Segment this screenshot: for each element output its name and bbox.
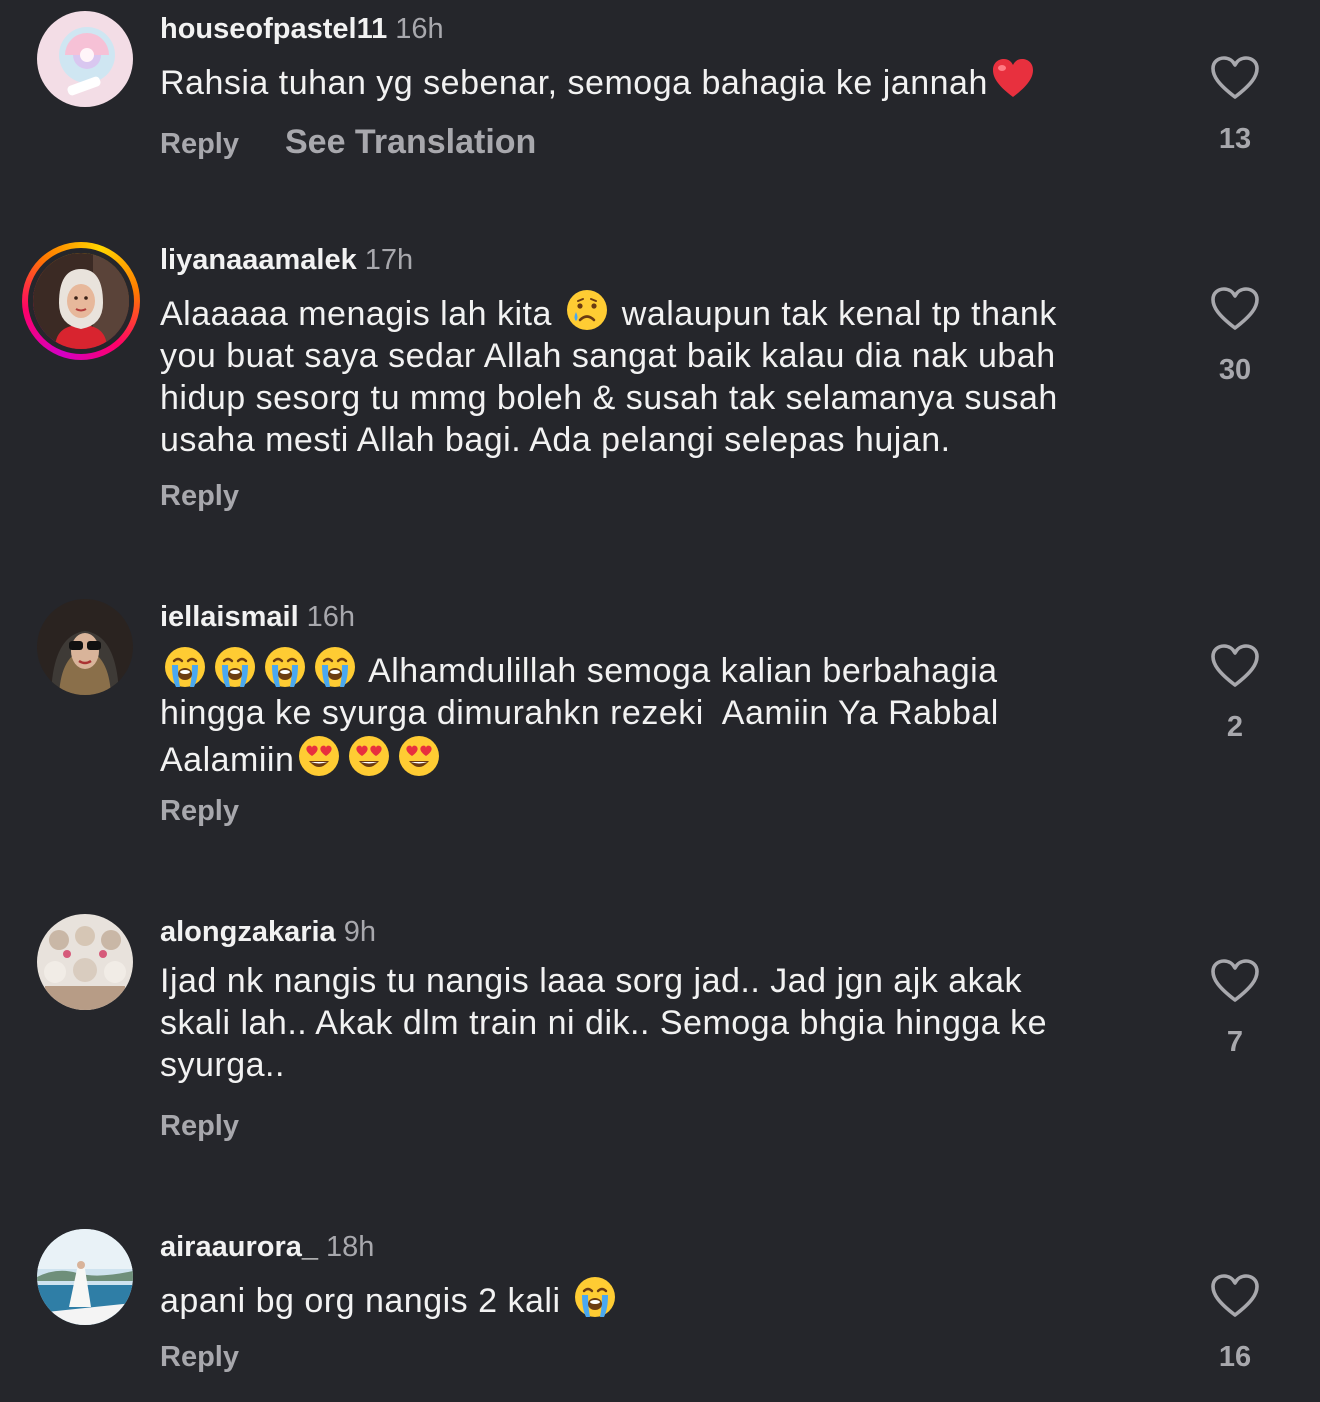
woman-sunglasses-avatar[interactable] xyxy=(37,599,133,695)
comment-meta: houseofpastel11 16h xyxy=(160,11,444,47)
timestamp: 9h xyxy=(343,916,376,948)
comment-meta: liyanaaamalek 17h xyxy=(160,242,413,278)
loudly-crying-face-emoji xyxy=(263,645,307,689)
loudly-crying-face-emoji xyxy=(213,645,257,689)
reply-button[interactable]: Reply xyxy=(160,1110,239,1142)
see-translation-button[interactable]: See Translation xyxy=(285,123,536,161)
red-heart-emoji xyxy=(991,57,1035,101)
group-photo-avatar[interactable] xyxy=(37,914,133,1010)
comment-text-part: apani bg org nangis 2 kali xyxy=(160,1282,571,1320)
comment-actions: Reply xyxy=(160,478,239,514)
loudly-crying-face-emoji xyxy=(573,1275,617,1319)
like-button[interactable]: 2 xyxy=(1190,643,1280,745)
heart-outline-icon[interactable] xyxy=(1190,286,1280,332)
comment-actions: Reply xyxy=(160,793,239,829)
heart-outline-icon[interactable] xyxy=(1190,643,1280,689)
comment-text: apani bg org nangis 2 kali xyxy=(160,1275,1160,1322)
timestamp: 17h xyxy=(364,244,414,276)
like-button[interactable]: 13 xyxy=(1190,55,1280,157)
like-count: 7 xyxy=(1226,1026,1244,1058)
lollipop-avatar[interactable] xyxy=(37,11,133,107)
heart-eyes-emoji xyxy=(397,734,441,778)
comment-meta: alongzakaria 9h xyxy=(160,914,376,950)
reply-button[interactable]: Reply xyxy=(160,128,239,160)
crying-face-emoji xyxy=(565,288,609,332)
reply-button[interactable]: Reply xyxy=(160,1341,239,1373)
like-count: 16 xyxy=(1218,1341,1252,1373)
like-count: 2 xyxy=(1226,711,1244,743)
comment-text-part: Ijad nk nangis tu nangis laaa sorg jad..… xyxy=(160,962,1048,1084)
timestamp: 18h xyxy=(326,1231,375,1263)
username[interactable]: airaaurora_ xyxy=(160,1231,318,1263)
comment-text-part: Rahsia tuhan yg sebenar, semoga bahagia … xyxy=(160,64,988,102)
username[interactable]: liyanaaamalek xyxy=(160,244,357,276)
heart-outline-icon[interactable] xyxy=(1190,1273,1280,1319)
comment-meta: iellaismail 16h xyxy=(160,599,355,635)
comment-actions: Reply xyxy=(160,1339,239,1375)
loudly-crying-face-emoji xyxy=(163,645,207,689)
reply-button[interactable]: Reply xyxy=(160,480,239,512)
heart-eyes-emoji xyxy=(297,734,341,778)
comment-text: Alaaaaa menagis lah kita walaupun tak ke… xyxy=(160,288,1160,461)
heart-outline-icon[interactable] xyxy=(1190,958,1280,1004)
heart-eyes-emoji xyxy=(347,734,391,778)
comment-actions: Reply See Translation xyxy=(160,124,536,162)
username[interactable]: alongzakaria xyxy=(160,916,336,948)
like-button[interactable]: 7 xyxy=(1190,958,1280,1060)
sea-view-avatar[interactable] xyxy=(37,1229,133,1325)
timestamp: 16h xyxy=(306,601,356,633)
username[interactable]: iellaismail xyxy=(160,601,299,633)
like-count: 13 xyxy=(1218,123,1252,155)
comment-text: Alhamdulillah semoga kalian berbahagia h… xyxy=(160,645,1160,781)
comment-text: Rahsia tuhan yg sebenar, semoga bahagia … xyxy=(160,57,1160,104)
comment-meta: airaaurora_ 18h xyxy=(160,1229,374,1265)
comment-text: Ijad nk nangis tu nangis laaa sorg jad..… xyxy=(160,960,1160,1086)
reply-button[interactable]: Reply xyxy=(160,795,239,827)
timestamp: 16h xyxy=(395,13,444,45)
like-button[interactable]: 16 xyxy=(1190,1273,1280,1375)
username[interactable]: houseofpastel11 xyxy=(160,13,387,45)
comments-list: houseofpastel11 16h Rahsia tuhan yg seben… xyxy=(0,0,1320,1402)
comment-actions: Reply xyxy=(160,1108,239,1144)
loudly-crying-face-emoji xyxy=(313,645,357,689)
woman-hijab-avatar[interactable] xyxy=(22,242,140,360)
like-button[interactable]: 30 xyxy=(1190,286,1280,388)
comment-text-part: Alaaaaa menagis lah kita xyxy=(160,295,562,333)
heart-outline-icon[interactable] xyxy=(1190,55,1280,101)
like-count: 30 xyxy=(1218,354,1252,386)
